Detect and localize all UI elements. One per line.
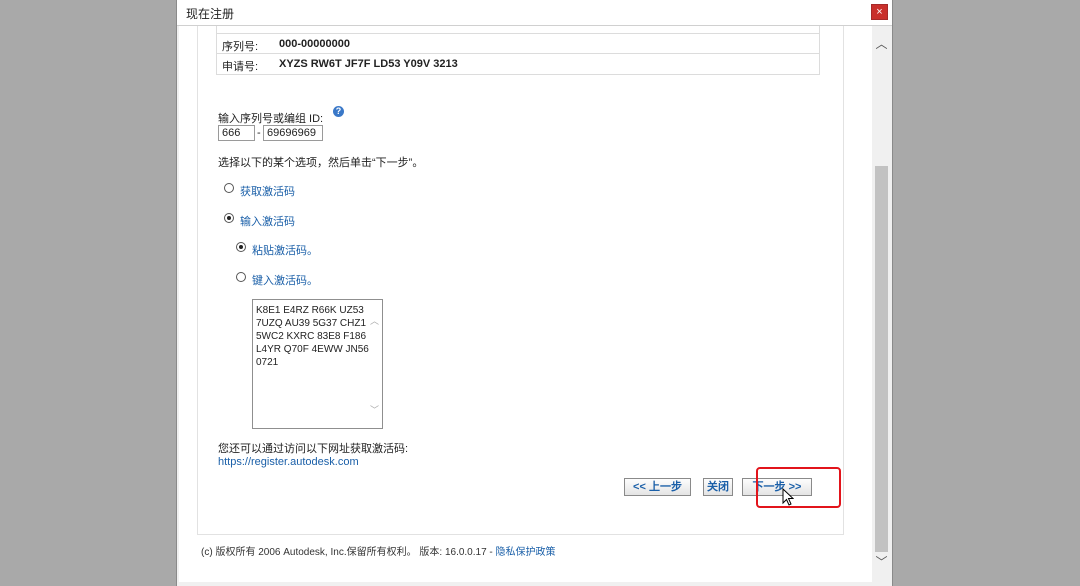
code-line: 7UZQ AU39 5G37 CHZ1 bbox=[256, 318, 367, 329]
info-row-request: 申请号: XYZS RW6T JF7F LD53 Y09V 3213 bbox=[217, 53, 819, 74]
enter-code-radio[interactable] bbox=[224, 213, 234, 223]
type-code-radio[interactable] bbox=[236, 272, 246, 282]
mouse-cursor-icon bbox=[782, 488, 794, 506]
serial-input-label: 输入序列号或编组 ID: bbox=[218, 113, 324, 125]
copyright-text: (c) 版权所有 2006 Autodesk, Inc.保留所有权利。 版本: … bbox=[201, 547, 496, 558]
scroll-down-icon[interactable]: ﹀ bbox=[873, 554, 890, 571]
registration-dialog: 现在注册 × 序列号: 000-00000000 申请号: XYZS RW6T … bbox=[176, 0, 893, 586]
chevron-up-icon[interactable]: ︿ bbox=[370, 314, 379, 327]
chevron-down-icon[interactable]: ﹀ bbox=[370, 403, 379, 416]
scroll-up-icon[interactable]: ︿ bbox=[873, 36, 890, 53]
serial-separator: - bbox=[257, 127, 261, 139]
dialog-content: 序列号: 000-00000000 申请号: XYZS RW6T JF7F LD… bbox=[179, 26, 872, 582]
paste-code-radio[interactable] bbox=[236, 242, 246, 252]
serial-number-input[interactable]: 69696969 bbox=[263, 125, 323, 141]
info-row-serial: 序列号: 000-00000000 bbox=[217, 33, 819, 54]
main-panel: 序列号: 000-00000000 申请号: XYZS RW6T JF7F LD… bbox=[197, 26, 844, 535]
get-code-label[interactable]: 获取激活码 bbox=[240, 183, 295, 199]
code-line: L4YR Q70F 4EWW JN56 bbox=[256, 344, 369, 355]
next-button-highlight bbox=[756, 467, 841, 508]
enter-code-label[interactable]: 输入激活码 bbox=[240, 213, 295, 229]
get-code-radio[interactable] bbox=[224, 183, 234, 193]
paste-code-label[interactable]: 粘贴激活码。 bbox=[252, 242, 318, 258]
product-info-table: 序列号: 000-00000000 申请号: XYZS RW6T JF7F LD… bbox=[216, 26, 820, 75]
close-button[interactable]: 关闭 bbox=[703, 478, 733, 496]
scroll-thumb[interactable] bbox=[875, 166, 888, 552]
code-line: 5WC2 KXRC 83E8 F186 bbox=[256, 331, 367, 342]
alt-url-text: 您还可以通过访问以下网址获取激活码: bbox=[218, 443, 409, 455]
help-icon[interactable]: ? bbox=[333, 106, 344, 117]
close-icon[interactable]: × bbox=[871, 4, 888, 20]
window-title: 现在注册 bbox=[186, 7, 235, 21]
title-bar: 现在注册 × bbox=[177, 0, 892, 26]
code-line: 0721 bbox=[256, 357, 279, 368]
vertical-scrollbar[interactable]: ︿ ﹀ bbox=[873, 26, 890, 582]
serial-label: 序列号: bbox=[222, 41, 259, 53]
register-url-link[interactable]: https://register.autodesk.com bbox=[218, 456, 359, 468]
code-line: K8E1 E4RZ R66K UZ53 bbox=[256, 305, 364, 316]
footer: (c) 版权所有 2006 Autodesk, Inc.保留所有权利。 版本: … bbox=[201, 543, 556, 558]
activation-code-textarea[interactable]: K8E1 E4RZ R66K UZ53 7UZQ AU39 5G37 CHZ1 … bbox=[252, 299, 383, 429]
request-code-value: XYZS RW6T JF7F LD53 Y09V 3213 bbox=[279, 58, 458, 70]
request-code-label: 申请号: bbox=[222, 61, 259, 73]
serial-prefix-input[interactable]: 666 bbox=[218, 125, 255, 141]
back-button[interactable]: << 上一步 bbox=[624, 478, 691, 496]
type-code-label[interactable]: 键入激活码。 bbox=[252, 272, 318, 288]
privacy-policy-link[interactable]: 隐私保护政策 bbox=[496, 547, 556, 558]
serial-value: 000-00000000 bbox=[279, 38, 350, 50]
instruction-text: 选择以下的某个选项，然后单击“下一步”。 bbox=[218, 157, 424, 169]
